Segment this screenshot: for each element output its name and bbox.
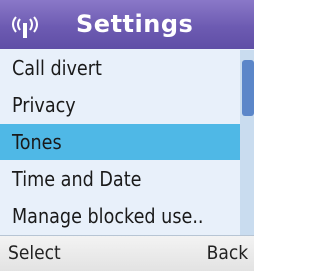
select-softkey[interactable]: Select — [8, 236, 61, 270]
menu-item-label: Privacy — [12, 93, 76, 117]
settings-menu-list: Call divert Privacy Tones Time and Date … — [0, 50, 240, 235]
title-bar: Settings — [0, 0, 254, 49]
softkey-bar: Select Back — [0, 235, 254, 271]
menu-item-label: Time and Date — [12, 167, 142, 191]
menu-item-privacy[interactable]: Privacy — [0, 87, 240, 123]
phone-screen: Settings Call divert Privacy Tones Time … — [0, 0, 254, 271]
menu-item-label: Call divert — [12, 56, 102, 80]
menu-item-manage-blocked-users[interactable]: Manage blocked use.. — [0, 198, 240, 234]
menu-item-call-divert[interactable]: Call divert — [0, 50, 240, 86]
menu-item-tones[interactable]: Tones — [0, 124, 240, 160]
page-title: Settings — [76, 10, 194, 38]
menu-item-time-and-date[interactable]: Time and Date — [0, 161, 240, 197]
signal-icon — [10, 16, 40, 38]
menu-item-label: Manage blocked use.. — [12, 204, 204, 228]
menu-item-label: Tones — [12, 130, 62, 154]
scrollbar-thumb[interactable] — [242, 60, 254, 116]
back-softkey[interactable]: Back — [206, 236, 248, 270]
